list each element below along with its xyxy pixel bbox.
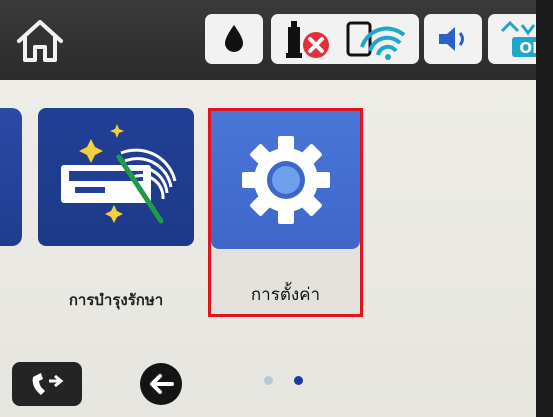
wired-network-error-icon — [286, 21, 329, 58]
ink-drop-icon — [225, 25, 243, 52]
page-indicator-dot-active — [294, 376, 303, 385]
printer-screen: ON การบำรุงรักษา การตั้งค่า — [0, 0, 553, 417]
network-status-button[interactable] — [271, 14, 419, 64]
page-indicator-dot — [264, 376, 273, 385]
speaker-icon — [439, 27, 464, 51]
ink-level-button[interactable] — [205, 14, 263, 64]
tile-maintenance-label: การบำรุงรักษา — [68, 291, 164, 309]
tile-maintenance[interactable] — [38, 108, 194, 246]
status-bar: ON — [0, 0, 553, 80]
back-arrow-icon — [150, 374, 174, 394]
fax-contacts-button[interactable] — [12, 362, 82, 406]
tile-settings[interactable]: การตั้งค่า — [208, 108, 363, 317]
home-button[interactable] — [6, 10, 74, 72]
back-button[interactable] — [140, 363, 182, 405]
bottom-bar — [0, 345, 553, 417]
volume-button[interactable] — [424, 14, 482, 64]
tile-settings-label: การตั้งค่า — [250, 285, 321, 305]
tile-previous-partial[interactable] — [0, 108, 22, 246]
fax-contacts-icon — [32, 373, 64, 395]
printer-maintenance-icon — [61, 124, 177, 224]
tile-settings-icon-area — [211, 111, 360, 249]
wifi-icon — [346, 21, 406, 60]
screen-bezel — [536, 0, 553, 417]
home-icon — [17, 20, 63, 62]
gear-icon — [241, 136, 330, 224]
